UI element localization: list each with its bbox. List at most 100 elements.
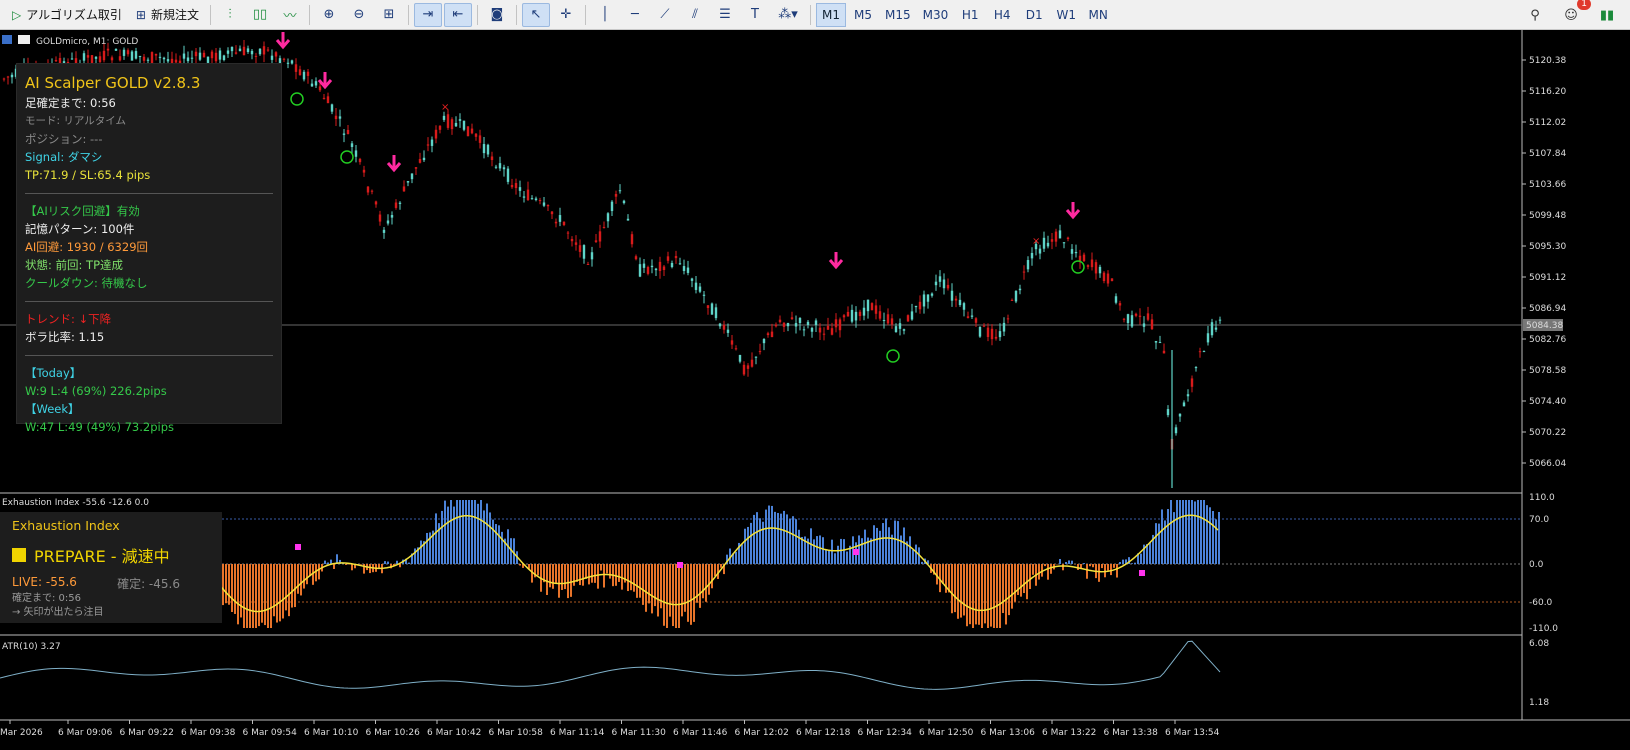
exhaustion-bar — [1059, 558, 1061, 564]
candle-body — [102, 50, 106, 61]
exhaustion-bar — [618, 564, 620, 582]
line-chart-icon[interactable]: 〰 — [276, 3, 304, 27]
time-tick-label: 6 Mar 12:50 — [919, 728, 974, 738]
zoom-in-icon[interactable]: ⊕ — [315, 3, 343, 27]
candle-body — [742, 364, 746, 375]
exhaustion-bar — [951, 564, 953, 614]
bar-chart-icon[interactable]: ⫶ — [216, 3, 244, 27]
candle-body — [1150, 319, 1154, 330]
exhaustion-state: PREPARE - 減速中 — [12, 543, 210, 567]
zoom-out-icon[interactable]: ⊖ — [345, 3, 373, 27]
candle-body — [914, 305, 918, 308]
timeframe-d1[interactable]: D1 — [1019, 3, 1049, 27]
candle-body — [802, 329, 806, 331]
candle-body — [754, 356, 758, 358]
candle-body — [822, 333, 826, 335]
timeframe-m5[interactable]: M5 — [848, 3, 878, 27]
candle-body — [1182, 402, 1186, 407]
candle-body — [98, 56, 102, 63]
candle-body — [1174, 427, 1178, 434]
exhaustion-bar — [1194, 501, 1196, 564]
candlestick-icon[interactable]: ▯▯ — [246, 3, 274, 27]
candle-body — [818, 327, 822, 333]
candle-body — [710, 303, 714, 315]
exhaustion-bar — [231, 564, 233, 612]
candle-body — [890, 318, 894, 325]
candle-body — [266, 49, 270, 51]
search-icon[interactable]: ⚲ — [1521, 3, 1549, 27]
trendline-icon[interactable]: ⟋ — [651, 3, 679, 27]
candle-body — [1098, 266, 1102, 274]
fibonacci-icon[interactable]: ☰ — [711, 3, 739, 27]
exhaustion-bar — [387, 561, 389, 564]
timeframe-h1[interactable]: H1 — [955, 3, 985, 27]
notification-icon[interactable]: ☺ 1 — [1557, 0, 1591, 27]
timeframe-h4[interactable]: H4 — [987, 3, 1017, 27]
candle-body — [1178, 413, 1182, 417]
exhaustion-bar — [1032, 564, 1034, 575]
price-tick-label: 5070.22 — [1529, 428, 1566, 438]
exhaustion-bar — [1158, 523, 1160, 564]
chart-area[interactable]: GOLDmicro, M1: GOLD 5120.38 5116.20 5112.02… — [0, 30, 1630, 750]
auto-scroll-icon[interactable]: ⇥ — [413, 2, 442, 27]
mode-text: モード: リアルタイム — [25, 115, 127, 127]
exhaustion-bar — [942, 564, 944, 584]
exhaustion-bar — [897, 521, 899, 564]
exit-circle-icon — [290, 92, 304, 106]
candle-body — [514, 183, 518, 189]
exhaustion-bar — [816, 536, 818, 564]
price-tick-label: 5099.48 — [1529, 211, 1566, 221]
exhaustion-bar — [789, 518, 791, 564]
candle-body — [530, 198, 534, 200]
symbol-label: GOLDmicro, M1: GOLD — [36, 37, 138, 47]
cursor-icon[interactable]: ↖ — [521, 2, 550, 27]
exhaustion-bar — [1119, 562, 1121, 564]
text-icon[interactable]: T — [741, 3, 769, 27]
new-order-button[interactable]: ⊞ 新規注文 — [130, 3, 205, 27]
horizontal-line-icon[interactable]: ─ — [621, 3, 649, 27]
exhaustion-bar — [345, 564, 347, 565]
candle-body — [6, 76, 10, 78]
channel-icon[interactable]: ⫽ — [681, 3, 709, 27]
candle-body — [950, 290, 954, 301]
exhaustion-bar — [288, 564, 290, 617]
candle-body — [510, 185, 514, 188]
chart-shift-icon[interactable]: ⇤ — [443, 2, 472, 27]
timeframe-bar: M1 M5 M15 M30 H1 H4 D1 W1 MN — [815, 2, 1114, 27]
vertical-line-icon[interactable]: │ — [591, 3, 619, 27]
camera-icon[interactable]: ◙ — [483, 3, 511, 27]
crosshair-icon[interactable]: ✛ — [552, 3, 580, 27]
exhaustion-bar — [798, 529, 800, 564]
timeframe-m15[interactable]: M15 — [880, 3, 916, 27]
exhaustion-bar — [993, 564, 995, 628]
exhaustion-bar — [396, 560, 398, 564]
signal-text: Signal: ダマシ — [25, 150, 103, 164]
timeframe-m30[interactable]: M30 — [918, 3, 954, 27]
exhaustion-bar — [267, 564, 269, 628]
timeframe-w1[interactable]: W1 — [1051, 3, 1081, 27]
candle-body — [1202, 351, 1206, 353]
candle-body — [954, 298, 958, 301]
exhaustion-panel: Exhaustion Index PREPARE - 減速中 LIVE: -55… — [0, 512, 222, 623]
candle-body — [346, 129, 350, 135]
candle-body — [662, 266, 666, 271]
exhaustion-bar — [294, 564, 296, 608]
exhaustion-bar — [1113, 564, 1115, 568]
candle-body — [158, 56, 162, 58]
exhaustion-bar — [222, 564, 224, 606]
candle-body — [262, 46, 266, 55]
candle-body — [442, 115, 446, 120]
timeframe-m1[interactable]: M1 — [815, 2, 846, 27]
exhaustion-bar — [987, 564, 989, 628]
time-tick-label: 6 Mar 13:22 — [1042, 728, 1096, 738]
candle-body — [634, 256, 638, 260]
exhaustion-bar — [552, 564, 554, 589]
tile-windows-icon[interactable]: ⊞ — [375, 3, 403, 27]
exhaustion-bar — [633, 564, 635, 592]
algo-trading-button[interactable]: ▷ アルゴリズム取引 — [6, 3, 128, 27]
timeframe-mn[interactable]: MN — [1083, 3, 1113, 27]
exhaustion-bar — [639, 564, 641, 598]
signal-icon[interactable]: ▮▮ — [1593, 3, 1621, 27]
shapes-icon[interactable]: ⁂▾ — [771, 3, 805, 27]
exhaustion-bar — [573, 564, 575, 586]
